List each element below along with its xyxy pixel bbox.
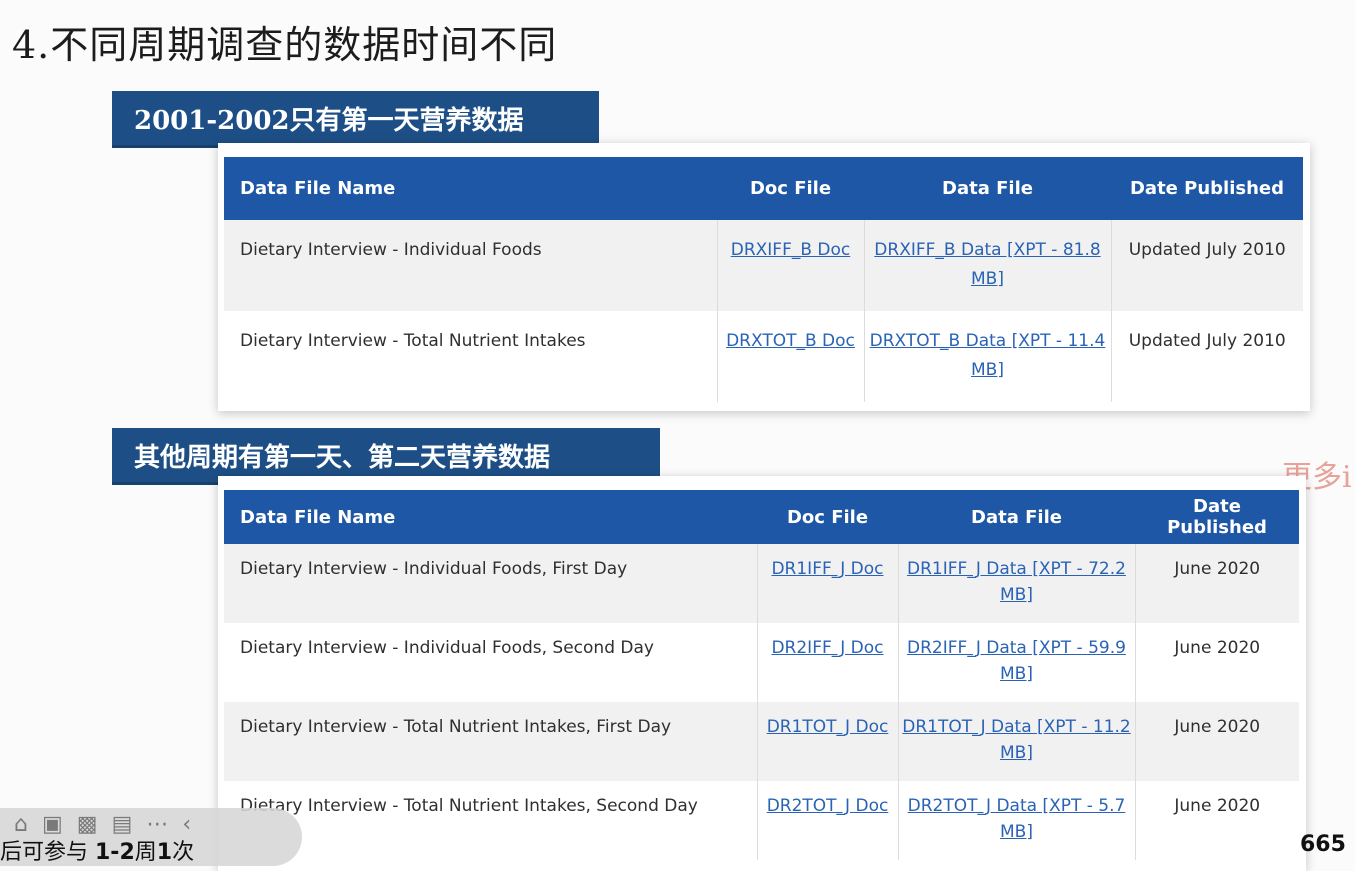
table-card-2001-2002: Data File Name Doc File Data File Date P… <box>218 143 1310 411</box>
footer-suffix: 次 <box>172 840 195 865</box>
table-row: Dietary Interview - Total Nutrient Intak… <box>224 781 1299 860</box>
row-date-published: June 2020 <box>1135 544 1299 623</box>
row-file-name: Dietary Interview - Total Nutrient Intak… <box>224 702 758 781</box>
row-data-cell: DR2TOT_J Data [XPT - 5.7 MB] <box>898 781 1136 860</box>
data-files-table-other-cycles: Data File Name Doc File Data File Date P… <box>224 490 1299 860</box>
data-file-link[interactable]: DRXIFF_B Data [XPT - 81.8 MB] <box>874 240 1100 289</box>
doc-file-link[interactable]: DR2TOT_J Doc <box>767 796 889 816</box>
table-row: Dietary Interview - Total Nutrient Intak… <box>224 702 1299 781</box>
table-row: Dietary Interview - Individual Foods DRX… <box>224 220 1303 311</box>
table-row: Dietary Interview - Individual Foods, Fi… <box>224 544 1299 623</box>
row-data-cell: DR2IFF_J Data [XPT - 59.9 MB] <box>898 623 1136 702</box>
doc-file-link[interactable]: DR1TOT_J Doc <box>767 717 889 737</box>
row-doc-cell: DRXTOT_B Doc <box>717 311 865 402</box>
row-date-published: June 2020 <box>1135 702 1299 781</box>
row-doc-cell: DR2IFF_J Doc <box>757 623 899 702</box>
table-header-row: Data File Name Doc File Data File Date P… <box>224 157 1303 220</box>
row-data-cell: DRXIFF_B Data [XPT - 81.8 MB] <box>864 220 1112 311</box>
table-card-other-cycles: Data File Name Doc File Data File Date P… <box>218 476 1306 871</box>
doc-file-link[interactable]: DR1IFF_J Doc <box>771 559 883 579</box>
row-date-published: Updated July 2010 <box>1111 311 1303 402</box>
doc-file-link[interactable]: DRXTOT_B Doc <box>726 331 855 351</box>
data-file-link[interactable]: DR2TOT_J Data [XPT - 5.7 MB] <box>908 796 1126 842</box>
data-files-table-2001-2002: Data File Name Doc File Data File Date P… <box>224 157 1303 402</box>
header-date-published: Date Published <box>1111 157 1303 220</box>
row-doc-cell: DR1TOT_J Doc <box>757 702 899 781</box>
footer-caption: 后可参与 1-2周1次 <box>0 834 194 866</box>
row-doc-cell: DR2TOT_J Doc <box>757 781 899 860</box>
footer-right-number: 665 <box>1300 832 1346 857</box>
row-data-cell: DRXTOT_B Data [XPT - 11.4 MB] <box>864 311 1112 402</box>
header-data-file-name: Data File Name <box>224 157 717 220</box>
row-date-published: Updated July 2010 <box>1111 220 1303 311</box>
data-file-link[interactable]: DRXTOT_B Data [XPT - 11.4 MB] <box>870 331 1106 380</box>
row-file-name: Dietary Interview - Total Nutrient Intak… <box>224 781 758 860</box>
header-doc-file: Doc File <box>717 157 864 220</box>
header-doc-file: Doc File <box>757 490 898 544</box>
doc-file-link[interactable]: DR2IFF_J Doc <box>771 638 883 658</box>
footer-prefix: 后可参与 <box>0 840 95 865</box>
table-header-row: Data File Name Doc File Data File Date P… <box>224 490 1299 544</box>
data-file-link[interactable]: DR1IFF_J Data [XPT - 72.2 MB] <box>907 559 1126 605</box>
header-data-file: Data File <box>898 490 1135 544</box>
row-date-published: June 2020 <box>1135 781 1299 860</box>
row-doc-cell: DRXIFF_B Doc <box>717 220 865 311</box>
header-data-file: Data File <box>864 157 1111 220</box>
footer-range: 1-2 <box>95 840 135 865</box>
slide-title: 4.不同周期调查的数据时间不同 <box>12 23 558 67</box>
row-doc-cell: DR1IFF_J Doc <box>757 544 899 623</box>
data-file-link[interactable]: DR1TOT_J Data [XPT - 11.2 MB] <box>902 717 1131 763</box>
row-date-published: June 2020 <box>1135 623 1299 702</box>
table-row: Dietary Interview - Individual Foods, Se… <box>224 623 1299 702</box>
row-data-cell: DR1TOT_J Data [XPT - 11.2 MB] <box>898 702 1136 781</box>
table-row: Dietary Interview - Total Nutrient Intak… <box>224 311 1303 402</box>
footer-mid: 周 <box>134 840 157 865</box>
row-file-name: Dietary Interview - Individual Foods <box>224 220 718 311</box>
footer-count: 1 <box>156 840 173 865</box>
data-file-link[interactable]: DR2IFF_J Data [XPT - 59.9 MB] <box>907 638 1126 684</box>
row-data-cell: DR1IFF_J Data [XPT - 72.2 MB] <box>898 544 1136 623</box>
doc-file-link[interactable]: DRXIFF_B Doc <box>731 240 851 260</box>
row-file-name: Dietary Interview - Individual Foods, Se… <box>224 623 758 702</box>
row-file-name: Dietary Interview - Individual Foods, Fi… <box>224 544 758 623</box>
banner-first-day-only: 2001-2002只有第一天营养数据 <box>112 91 599 148</box>
row-file-name: Dietary Interview - Total Nutrient Intak… <box>224 311 718 402</box>
header-date-published: Date Published <box>1135 490 1299 544</box>
header-data-file-name: Data File Name <box>224 490 757 544</box>
